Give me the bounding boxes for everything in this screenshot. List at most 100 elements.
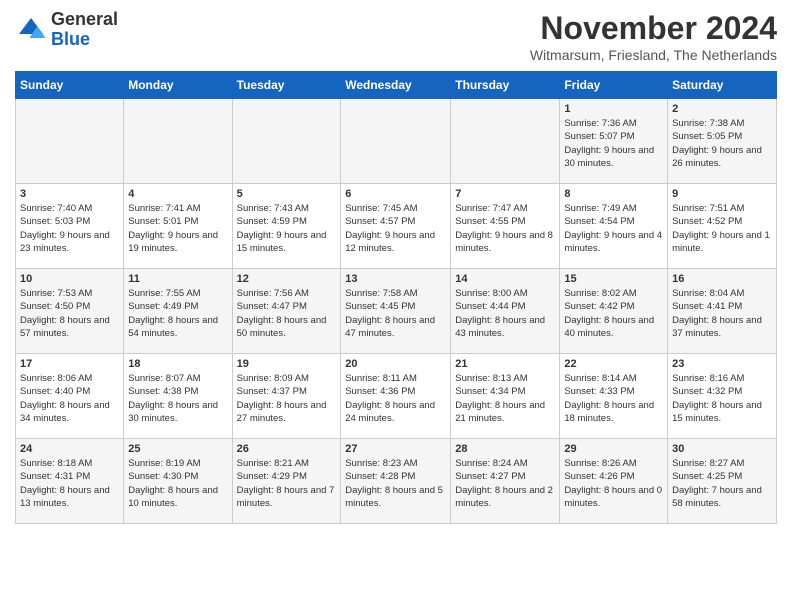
day-info: Sunrise: 7:56 AM Sunset: 4:47 PM Dayligh… — [237, 287, 337, 340]
header-wednesday: Wednesday — [341, 72, 451, 99]
day-cell — [124, 99, 232, 184]
day-cell: 22 Sunrise: 8:14 AM Sunset: 4:33 PM Dayli… — [560, 354, 668, 439]
day-info: Sunrise: 7:49 AM Sunset: 4:54 PM Dayligh… — [564, 202, 663, 255]
day-cell: 19 Sunrise: 8:09 AM Sunset: 4:37 PM Dayli… — [232, 354, 341, 439]
day-info: Sunrise: 8:14 AM Sunset: 4:33 PM Dayligh… — [564, 372, 663, 425]
day-number: 3 — [20, 188, 119, 200]
day-cell: 28 Sunrise: 8:24 AM Sunset: 4:27 PM Dayli… — [451, 439, 560, 524]
day-info: Sunrise: 8:21 AM Sunset: 4:29 PM Dayligh… — [237, 457, 337, 510]
day-number: 21 — [455, 358, 555, 370]
day-number: 23 — [672, 358, 772, 370]
day-number: 30 — [672, 443, 772, 455]
day-cell — [232, 99, 341, 184]
day-cell: 13 Sunrise: 7:58 AM Sunset: 4:45 PM Dayli… — [341, 269, 451, 354]
day-info: Sunrise: 8:07 AM Sunset: 4:38 PM Dayligh… — [128, 372, 227, 425]
day-cell: 23Sunrise: 8:16 AM Sunset: 4:32 PM Dayli… — [668, 354, 777, 439]
day-number: 5 — [237, 188, 337, 200]
day-number: 20 — [345, 358, 446, 370]
logo: General Blue — [15, 10, 118, 50]
day-cell — [341, 99, 451, 184]
day-number: 18 — [128, 358, 227, 370]
day-cell: 9 Sunrise: 7:51 AM Sunset: 4:52 PM Daylig… — [668, 184, 777, 269]
day-info: Sunrise: 8:02 AM Sunset: 4:42 PM Dayligh… — [564, 287, 663, 340]
day-number: 17 — [20, 358, 119, 370]
day-info: Sunrise: 7:40 AM Sunset: 5:03 PM Dayligh… — [20, 202, 119, 255]
day-number: 26 — [237, 443, 337, 455]
day-number: 24 — [20, 443, 119, 455]
day-number: 28 — [455, 443, 555, 455]
day-cell: 30 Sunrise: 8:27 AM Sunset: 4:25 PM Dayli… — [668, 439, 777, 524]
day-info: Sunrise: 8:24 AM Sunset: 4:27 PM Dayligh… — [455, 457, 555, 510]
day-info: Sunrise: 8:11 AM Sunset: 4:36 PM Dayligh… — [345, 372, 446, 425]
day-cell: 7Sunrise: 7:47 AM Sunset: 4:55 PM Daylig… — [451, 184, 560, 269]
week-row-1: 1 Sunrise: 7:36 AM Sunset: 5:07 PM Daylig… — [16, 99, 777, 184]
day-info: Sunrise: 7:55 AM Sunset: 4:49 PM Dayligh… — [128, 287, 227, 340]
header-thursday: Thursday — [451, 72, 560, 99]
day-cell: 16 Sunrise: 8:04 AM Sunset: 4:41 PM Dayli… — [668, 269, 777, 354]
location-title: Witmarsum, Friesland, The Netherlands — [530, 47, 777, 63]
day-number: 1 — [564, 103, 663, 115]
day-cell: 29Sunrise: 8:26 AM Sunset: 4:26 PM Dayli… — [560, 439, 668, 524]
day-cell: 10Sunrise: 7:53 AM Sunset: 4:50 PM Dayli… — [16, 269, 124, 354]
header: General Blue November 2024 Witmarsum, Fr… — [15, 10, 777, 63]
day-cell: 5 Sunrise: 7:43 AM Sunset: 4:59 PM Daylig… — [232, 184, 341, 269]
day-info: Sunrise: 7:36 AM Sunset: 5:07 PM Dayligh… — [564, 117, 663, 170]
day-number: 9 — [672, 188, 772, 200]
day-cell: 25Sunrise: 8:19 AM Sunset: 4:30 PM Dayli… — [124, 439, 232, 524]
day-info: Sunrise: 7:41 AM Sunset: 5:01 PM Dayligh… — [128, 202, 227, 255]
day-number: 25 — [128, 443, 227, 455]
logo-text: General Blue — [51, 10, 118, 50]
day-info: Sunrise: 8:27 AM Sunset: 4:25 PM Dayligh… — [672, 457, 772, 510]
day-cell: 27 Sunrise: 8:23 AM Sunset: 4:28 PM Dayli… — [341, 439, 451, 524]
day-number: 14 — [455, 273, 555, 285]
day-cell: 12 Sunrise: 7:56 AM Sunset: 4:47 PM Dayli… — [232, 269, 341, 354]
calendar-body: 1 Sunrise: 7:36 AM Sunset: 5:07 PM Daylig… — [16, 99, 777, 524]
day-number: 22 — [564, 358, 663, 370]
day-cell: 18 Sunrise: 8:07 AM Sunset: 4:38 PM Dayli… — [124, 354, 232, 439]
header-saturday: Saturday — [668, 72, 777, 99]
day-info: Sunrise: 8:00 AM Sunset: 4:44 PM Dayligh… — [455, 287, 555, 340]
day-info: Sunrise: 8:09 AM Sunset: 4:37 PM Dayligh… — [237, 372, 337, 425]
header-monday: Monday — [124, 72, 232, 99]
day-cell: 2Sunrise: 7:38 AM Sunset: 5:05 PM Daylig… — [668, 99, 777, 184]
day-number: 16 — [672, 273, 772, 285]
day-cell — [451, 99, 560, 184]
day-cell: 6Sunrise: 7:45 AM Sunset: 4:57 PM Daylig… — [341, 184, 451, 269]
day-number: 27 — [345, 443, 446, 455]
day-number: 12 — [237, 273, 337, 285]
day-cell: 11 Sunrise: 7:55 AM Sunset: 4:49 PM Dayli… — [124, 269, 232, 354]
week-row-3: 10Sunrise: 7:53 AM Sunset: 4:50 PM Dayli… — [16, 269, 777, 354]
day-number: 4 — [128, 188, 227, 200]
day-cell: 26 Sunrise: 8:21 AM Sunset: 4:29 PM Dayli… — [232, 439, 341, 524]
week-row-5: 24 Sunrise: 8:18 AM Sunset: 4:31 PM Dayli… — [16, 439, 777, 524]
title-area: November 2024 Witmarsum, Friesland, The … — [530, 10, 777, 63]
day-cell: 20 Sunrise: 8:11 AM Sunset: 4:36 PM Dayli… — [341, 354, 451, 439]
day-info: Sunrise: 7:43 AM Sunset: 4:59 PM Dayligh… — [237, 202, 337, 255]
calendar-table: Sunday Monday Tuesday Wednesday Thursday… — [15, 71, 777, 524]
day-info: Sunrise: 8:04 AM Sunset: 4:41 PM Dayligh… — [672, 287, 772, 340]
day-info: Sunrise: 7:38 AM Sunset: 5:05 PM Dayligh… — [672, 117, 772, 170]
day-number: 15 — [564, 273, 663, 285]
day-number: 11 — [128, 273, 227, 285]
day-info: Sunrise: 8:06 AM Sunset: 4:40 PM Dayligh… — [20, 372, 119, 425]
header-friday: Friday — [560, 72, 668, 99]
day-cell: 21 Sunrise: 8:13 AM Sunset: 4:34 PM Dayli… — [451, 354, 560, 439]
logo-blue: Blue — [51, 29, 90, 49]
day-cell: 24 Sunrise: 8:18 AM Sunset: 4:31 PM Dayli… — [16, 439, 124, 524]
day-info: Sunrise: 8:13 AM Sunset: 4:34 PM Dayligh… — [455, 372, 555, 425]
day-number: 19 — [237, 358, 337, 370]
day-number: 13 — [345, 273, 446, 285]
weekday-header-row: Sunday Monday Tuesday Wednesday Thursday… — [16, 72, 777, 99]
day-info: Sunrise: 8:23 AM Sunset: 4:28 PM Dayligh… — [345, 457, 446, 510]
logo-icon — [15, 14, 47, 46]
day-number: 10 — [20, 273, 119, 285]
day-info: Sunrise: 7:51 AM Sunset: 4:52 PM Dayligh… — [672, 202, 772, 255]
day-number: 7 — [455, 188, 555, 200]
day-cell: 8Sunrise: 7:49 AM Sunset: 4:54 PM Daylig… — [560, 184, 668, 269]
day-number: 29 — [564, 443, 663, 455]
day-info: Sunrise: 7:58 AM Sunset: 4:45 PM Dayligh… — [345, 287, 446, 340]
day-cell: 1 Sunrise: 7:36 AM Sunset: 5:07 PM Daylig… — [560, 99, 668, 184]
header-tuesday: Tuesday — [232, 72, 341, 99]
day-cell: 15 Sunrise: 8:02 AM Sunset: 4:42 PM Dayli… — [560, 269, 668, 354]
day-info: Sunrise: 8:18 AM Sunset: 4:31 PM Dayligh… — [20, 457, 119, 510]
